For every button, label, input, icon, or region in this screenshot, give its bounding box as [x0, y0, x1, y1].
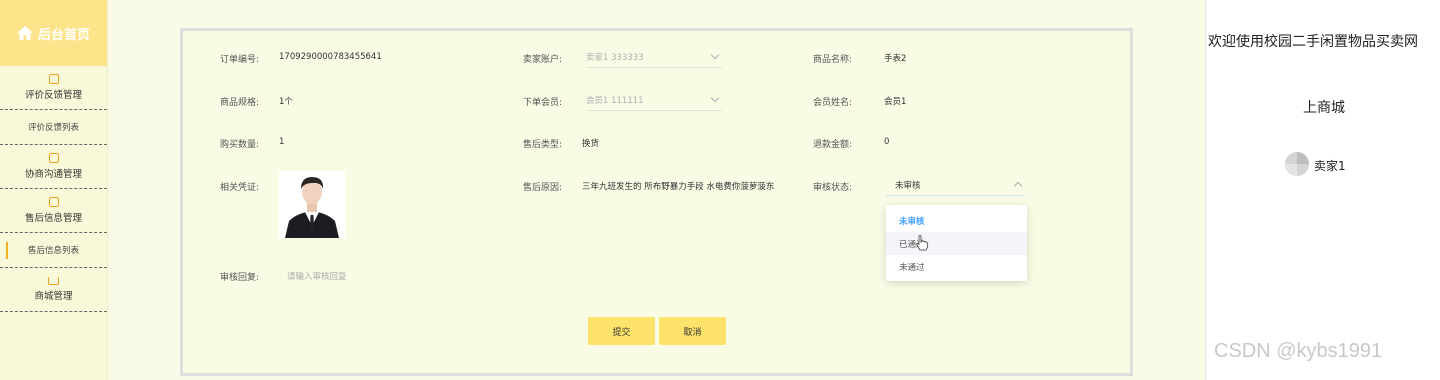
seller-account-label: 卖家账户:	[523, 55, 563, 65]
order-no-value: 1709290000783455641	[279, 52, 382, 62]
welcome-text: 欢迎使用校园二手闲置物品买卖网	[1208, 34, 1418, 50]
edit-icon	[48, 153, 59, 163]
order-member-value: 会员1 111111	[586, 95, 644, 106]
sidebar-item-after-sale[interactable]: 售后信息管理	[0, 189, 107, 233]
sidebar-subitem-after-sale-list[interactable]: 售后信息列表	[0, 233, 107, 268]
edit-icon	[48, 74, 59, 84]
after-sale-type-label: 售后类型:	[523, 140, 563, 150]
dropdown-option-rejected[interactable]: 未通过	[886, 255, 1027, 278]
username: 卖家1	[1314, 159, 1346, 173]
review-status-dropdown: 未审核 已通过 未通过	[886, 205, 1027, 281]
avatar[interactable]	[1285, 152, 1309, 176]
sidebar-item-label: 协商沟通管理	[24, 169, 82, 180]
sidebar-item-review-feedback[interactable]: 评价反馈管理	[0, 66, 107, 110]
order-member-select[interactable]: 会员1 111111	[586, 89, 722, 111]
sidebar-subitem-label: 售后信息列表	[27, 246, 79, 256]
dropdown-option-approved[interactable]: 已通过	[886, 232, 1027, 255]
hand-cursor-icon	[915, 235, 929, 254]
edit-icon	[48, 197, 59, 207]
review-status-value: 未审核	[895, 180, 921, 191]
review-status-select[interactable]: 未审核	[886, 174, 1025, 196]
product-name-value: 手表2	[884, 54, 907, 64]
product-spec-label: 商品规格:	[220, 98, 260, 108]
right-panel: 欢迎使用校园二手闲置物品买卖网 上商城 卖家1 CSDN @kybs1991	[1205, 0, 1440, 380]
sidebar-subitem-label: 评价反馈列表	[27, 123, 79, 133]
purchase-qty-label: 购买数量:	[220, 140, 260, 150]
sidebar-item-negotiation[interactable]: 协商沟通管理	[0, 145, 107, 189]
watermark: CSDN @kybs1991	[1214, 340, 1383, 362]
reason-label: 售后原因:	[523, 183, 563, 193]
seller-account-select[interactable]: 卖家1 333333	[586, 46, 722, 68]
cart-icon	[48, 277, 59, 285]
reason-value: 三年九班发生的 所布野暴力手段 水电费你菠萝菠东	[582, 182, 775, 192]
product-spec-value: 1个	[279, 97, 293, 107]
dropdown-option-pending[interactable]: 未审核	[886, 209, 1027, 232]
sidebar-item-label: 售后信息管理	[24, 213, 82, 224]
review-reply-input[interactable]: 请输入审核回复	[287, 270, 347, 282]
chevron-up-icon	[1013, 181, 1023, 191]
sidebar-home[interactable]: 后台首页	[0, 0, 107, 66]
member-name-value: 会员1	[884, 97, 907, 107]
home-icon	[16, 26, 33, 40]
go-to-mall-link[interactable]: 上商城	[1303, 97, 1345, 117]
sidebar-home-label: 后台首页	[37, 27, 90, 43]
member-name-label: 会员姓名:	[813, 98, 853, 108]
after-sale-form: 订单编号: 1709290000783455641 卖家账户: 卖家1 3333…	[180, 28, 1133, 376]
review-reply-label: 审核回复:	[220, 273, 260, 283]
order-no-label: 订单编号:	[220, 55, 260, 65]
product-name-label: 商品名称:	[813, 55, 853, 65]
submit-button[interactable]: 提交	[588, 317, 655, 345]
order-member-label: 下单会员:	[523, 98, 563, 108]
sidebar-item-mall[interactable]: 商城管理	[0, 268, 107, 312]
refund-amount-value: 0	[884, 137, 890, 147]
review-status-label: 审核状态:	[813, 183, 853, 193]
chevron-down-icon	[710, 50, 720, 60]
purchase-qty-value: 1	[279, 137, 285, 147]
sidebar-subitem-review-list[interactable]: 评价反馈列表	[0, 110, 107, 145]
evidence-label: 相关凭证:	[220, 183, 260, 193]
evidence-photo	[279, 171, 345, 238]
refund-amount-label: 退款金额:	[813, 140, 853, 150]
chevron-down-icon	[710, 93, 720, 103]
seller-account-value: 卖家1 333333	[586, 52, 644, 63]
sidebar: 后台首页 评价反馈管理 评价反馈列表 协商沟通管理 售后信息管理 售后信息列表 …	[0, 0, 108, 380]
sidebar-item-label: 商城管理	[34, 291, 73, 302]
after-sale-type-value: 换货	[582, 139, 600, 149]
cancel-button[interactable]: 取消	[659, 317, 726, 345]
sidebar-item-label: 评价反馈管理	[24, 90, 82, 101]
